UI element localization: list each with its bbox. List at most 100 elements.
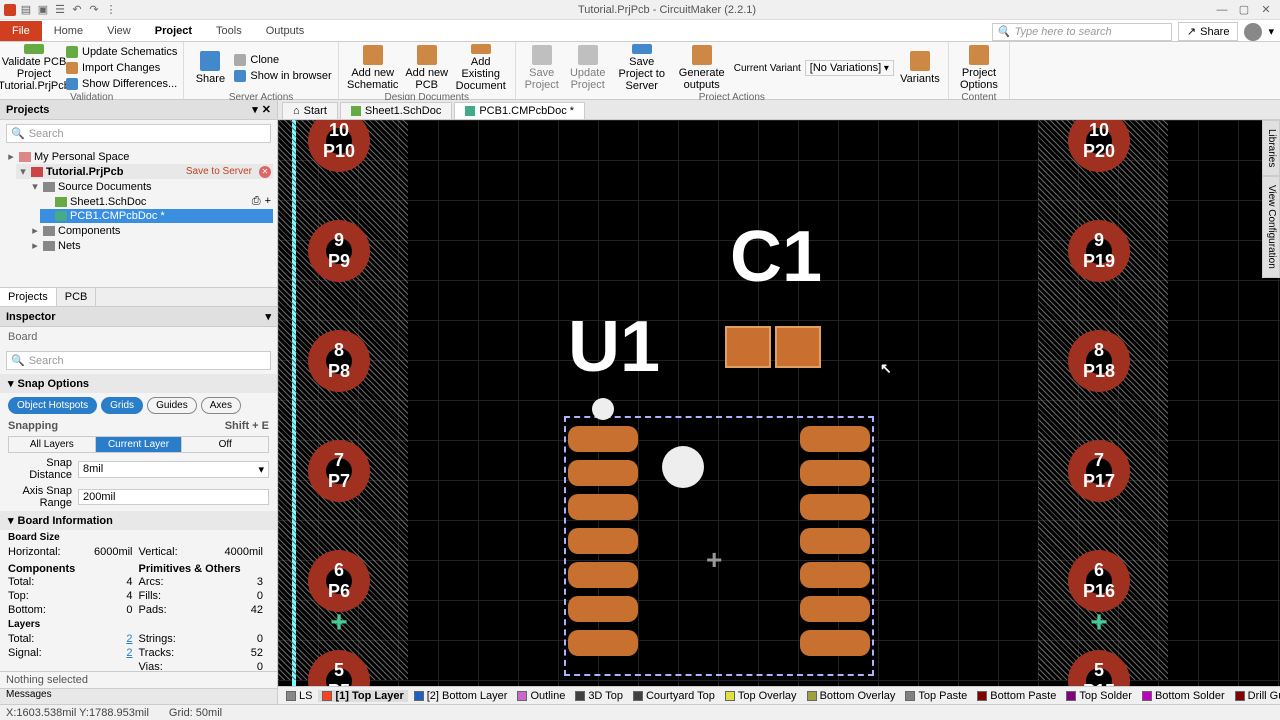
tree-nets[interactable]: ▸Nets [28, 238, 273, 253]
panel-close-icon[interactable]: ✕ [262, 103, 271, 116]
ribbon-tab-home[interactable]: Home [42, 21, 95, 41]
update-schematics-button[interactable]: Update Schematics [66, 45, 177, 60]
layer-tab[interactable]: Top Solder [1062, 690, 1136, 702]
ribbon-tab-project[interactable]: Project [143, 21, 204, 41]
tree-source-docs[interactable]: ▾Source Documents [28, 179, 273, 194]
user-menu-chevron[interactable]: ▾ [1268, 25, 1274, 38]
user-avatar[interactable] [1244, 23, 1262, 41]
add-pcb-button[interactable]: Add new PCB [405, 44, 449, 92]
doc-tab-start[interactable]: ⌂Start [282, 102, 338, 119]
share-project-button[interactable]: Share [190, 44, 230, 92]
ribbon-search-input[interactable]: 🔍Type here to search [992, 23, 1172, 41]
layer-tab[interactable]: Bottom Paste [973, 690, 1060, 702]
qat-more-icon[interactable]: ⋮ [104, 3, 118, 17]
import-changes-button[interactable]: Import Changes [66, 61, 177, 76]
layer-tab[interactable]: Top Overlay [721, 690, 801, 702]
qat-undo-icon[interactable]: ↶ [70, 3, 84, 17]
smd-pad[interactable] [568, 630, 638, 656]
doc-edit-icon[interactable]: ⎙ [252, 195, 261, 208]
qat-save-icon[interactable]: ▤ [19, 3, 33, 17]
side-tab-view-config[interactable]: View Configuration [1262, 176, 1280, 278]
through-hole-pad[interactable]: 9P9 [308, 220, 370, 282]
layer-tab[interactable]: Bottom Solder [1138, 690, 1229, 702]
tree-project[interactable]: ▾Tutorial.PrjPcbSave to Server✕ [16, 164, 273, 179]
smd-pad[interactable] [568, 596, 638, 622]
snap-options-section[interactable]: ▾Snap Options [0, 374, 277, 393]
pin-icon[interactable]: ▾ [252, 103, 258, 116]
smd-pad[interactable] [800, 528, 870, 554]
layer-tab[interactable]: Top Paste [901, 690, 971, 702]
variants-button[interactable]: Variants [898, 44, 942, 92]
doc-add-icon[interactable]: + [265, 195, 271, 208]
layer-tab[interactable]: 3D Top [571, 690, 627, 702]
ribbon-tab-outputs[interactable]: Outputs [254, 21, 317, 41]
save-to-server-link[interactable]: Save to Server [186, 166, 252, 177]
smd-pad[interactable] [800, 562, 870, 588]
messages-tab[interactable]: Messages [0, 688, 277, 704]
panel-tab-pcb[interactable]: PCB [57, 288, 97, 306]
minimize-button[interactable]: — [1212, 2, 1232, 18]
smd-pad[interactable] [775, 326, 821, 368]
save-to-server-button[interactable]: Save Project to Server [614, 44, 670, 92]
through-hole-pad[interactable]: 6P16 [1068, 550, 1130, 612]
pcb-canvas[interactable]: 10P109P98P87P76P65P5 10P209P198P187P176P… [278, 120, 1280, 686]
through-hole-pad[interactable]: 9P19 [1068, 220, 1130, 282]
smd-pad[interactable] [800, 494, 870, 520]
variant-select[interactable]: [No Variations] ▾ [805, 60, 894, 76]
snap-distance-input[interactable]: 8mil▾ [78, 461, 269, 478]
smd-pad[interactable] [800, 460, 870, 486]
inspector-chevron-icon[interactable]: ▾ [265, 310, 271, 323]
layer-tab[interactable]: Drill Guide [1231, 690, 1280, 702]
smd-pad[interactable] [568, 528, 638, 554]
ribbon-tab-view[interactable]: View [95, 21, 143, 41]
smd-pad[interactable] [568, 460, 638, 486]
smd-pad[interactable] [800, 596, 870, 622]
panel-tab-projects[interactable]: Projects [0, 288, 57, 306]
through-hole-pad[interactable]: 8P18 [1068, 330, 1130, 392]
qat-open-icon[interactable]: ▣ [36, 3, 50, 17]
validate-project-button[interactable]: Validate PCB Project Tutorial.PrjPcb [6, 44, 62, 92]
seg-all-layers[interactable]: All Layers [9, 437, 96, 452]
smd-pad[interactable] [800, 630, 870, 656]
snap-mode-segment[interactable]: All Layers Current Layer Off [8, 436, 269, 453]
doc-tab-pcb[interactable]: PCB1.CMPcbDoc * [454, 102, 585, 119]
smd-pad[interactable] [568, 562, 638, 588]
save-project-button[interactable]: Save Project [522, 44, 562, 92]
ribbon-share-button[interactable]: ↗Share [1178, 22, 1239, 41]
through-hole-pad[interactable]: 8P8 [308, 330, 370, 392]
board-info-section[interactable]: ▾Board Information [0, 511, 277, 530]
tree-sheet-doc[interactable]: Sheet1.SchDoc⎙+ [40, 194, 273, 209]
smd-pad[interactable] [800, 426, 870, 452]
show-in-browser-button[interactable]: Show in browser [234, 69, 331, 84]
qat-print-icon[interactable]: ☰ [53, 3, 67, 17]
through-hole-pad[interactable]: 7P7 [308, 440, 370, 502]
layer-tab[interactable]: [1] Top Layer [318, 690, 407, 702]
project-options-button[interactable]: Project Options [955, 44, 1003, 92]
pill-object-hotspots[interactable]: Object Hotspots [8, 397, 97, 414]
layer-tab[interactable]: Bottom Overlay [803, 690, 900, 702]
seg-off[interactable]: Off [182, 437, 268, 452]
add-schematic-button[interactable]: Add new Schematic [345, 44, 401, 92]
through-hole-pad[interactable]: 6P6 [308, 550, 370, 612]
show-differences-button[interactable]: Show Differences... [66, 77, 177, 92]
layer-tab[interactable]: Courtyard Top [629, 690, 719, 702]
doc-tab-sheet[interactable]: Sheet1.SchDoc [340, 102, 452, 119]
side-tab-libraries[interactable]: Libraries [1262, 120, 1280, 176]
projects-search-input[interactable]: 🔍Search [6, 124, 271, 143]
smd-pad[interactable] [725, 326, 771, 368]
layer-tab[interactable]: LS [282, 690, 316, 702]
axis-range-input[interactable]: 200mil [78, 489, 269, 505]
pill-axes[interactable]: Axes [201, 397, 241, 414]
inspector-search-input[interactable]: 🔍Search [6, 351, 271, 370]
smd-pad[interactable] [568, 494, 638, 520]
generate-outputs-button[interactable]: Generate outputs [674, 44, 730, 92]
ribbon-tab-file[interactable]: File [0, 21, 42, 41]
layer-tab[interactable]: Outline [513, 690, 569, 702]
smd-pad[interactable] [568, 426, 638, 452]
pill-guides[interactable]: Guides [147, 397, 197, 414]
save-close-icon[interactable]: ✕ [259, 166, 271, 178]
layer-tab[interactable]: [2] Bottom Layer [410, 690, 512, 702]
tree-pcb-doc[interactable]: PCB1.CMPcbDoc * [40, 209, 273, 223]
clone-button[interactable]: Clone [234, 53, 331, 68]
tree-root[interactable]: ▸My Personal Space [4, 149, 273, 164]
